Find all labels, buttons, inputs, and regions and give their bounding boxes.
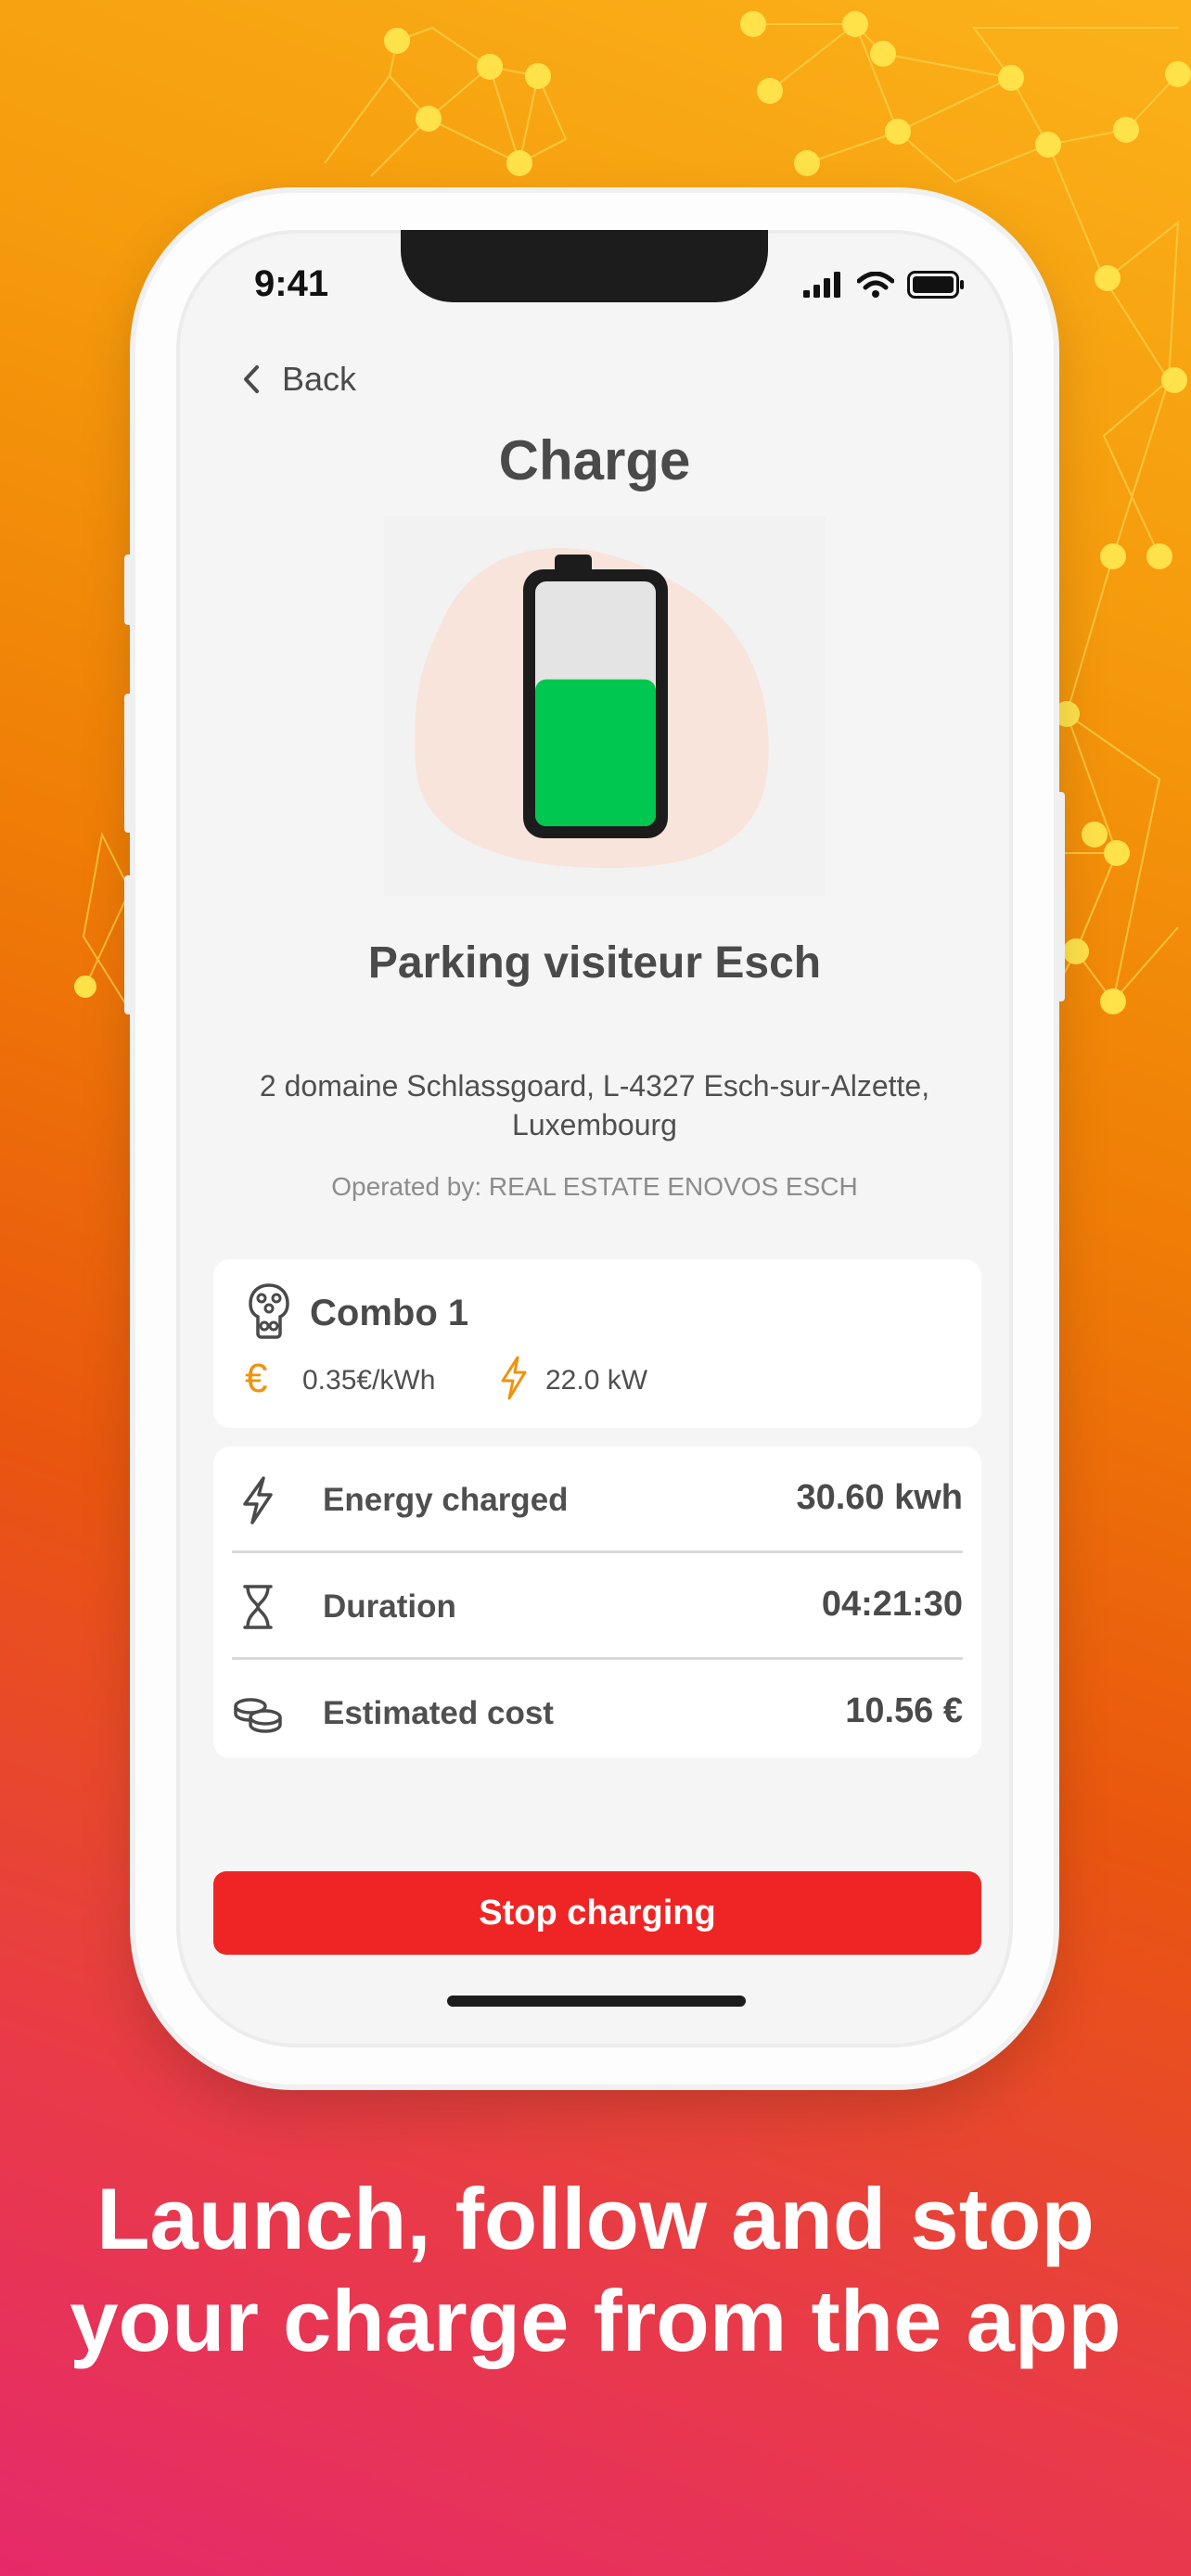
combo-connector-icon <box>249 1283 289 1339</box>
back-label: Back <box>282 360 357 398</box>
stat-value: 30.60 kwh <box>796 1478 963 1517</box>
chevron-left-icon <box>244 365 259 393</box>
app-screen: 9:41 Back Charge Parking visiteur Esch 2… <box>176 230 1013 2047</box>
stat-row-energy: Energy charged 30.60 kwh <box>232 1447 963 1552</box>
notch <box>401 230 768 302</box>
stat-label: Energy charged <box>323 1482 569 1518</box>
station-operator: Operated by: REAL ESTATE ENOVOS ESCH <box>331 1172 858 1201</box>
stat-label: Duration <box>323 1588 456 1625</box>
stat-row-duration: Duration 04:21:30 <box>232 1553 963 1659</box>
hourglass-icon <box>243 1585 273 1629</box>
home-indicator <box>447 1996 746 2007</box>
back-button[interactable]: Back <box>241 360 356 399</box>
lightning-icon <box>501 1356 527 1400</box>
connector-card: Combo 1 € 0.35€/kWh 22.0 kW <box>213 1259 981 1428</box>
stat-label: Estimated cost <box>323 1695 554 1731</box>
signal-icon <box>803 272 840 298</box>
wifi-icon <box>857 272 894 298</box>
phone-mockup: 9:41 Back Charge Parking visiteur Esch 2… <box>124 193 1065 2085</box>
promo-tagline: Launch, follow and stop your charge from… <box>70 2170 1121 2369</box>
volume-up-button <box>124 694 135 833</box>
battery-charge-illustration <box>384 516 826 896</box>
connector-price: 0.35€/kWh <box>302 1365 436 1396</box>
stat-value: 04:21:30 <box>821 1585 963 1624</box>
status-time: 9:41 <box>254 263 329 304</box>
station-name: Parking visiteur Esch <box>367 938 822 988</box>
euro-icon: € <box>245 1356 268 1401</box>
power-button <box>1054 792 1065 1001</box>
mute-switch <box>124 555 135 625</box>
connector-name: Combo 1 <box>310 1293 469 1333</box>
battery-status-icon <box>907 271 964 299</box>
connector-power: 22.0 kW <box>545 1365 648 1396</box>
stop-charging-button[interactable]: Stop charging <box>213 1871 981 1955</box>
battery-level-fill <box>535 679 656 826</box>
stat-row-cost: Estimated cost 10.56 € <box>232 1660 963 1766</box>
station-address: 2 domaine Schlassgoard, L-4327 Esch-sur-… <box>259 1069 930 1141</box>
lightning-icon <box>243 1476 273 1524</box>
coins-icon <box>234 1698 282 1733</box>
stat-value: 10.56 € <box>845 1691 963 1730</box>
status-icons <box>803 271 965 299</box>
volume-down-button <box>124 875 135 1014</box>
charging-stats-card: Energy charged 30.60 kwh Duration 04:21:… <box>213 1447 981 1758</box>
page-title: Charge <box>498 429 691 491</box>
